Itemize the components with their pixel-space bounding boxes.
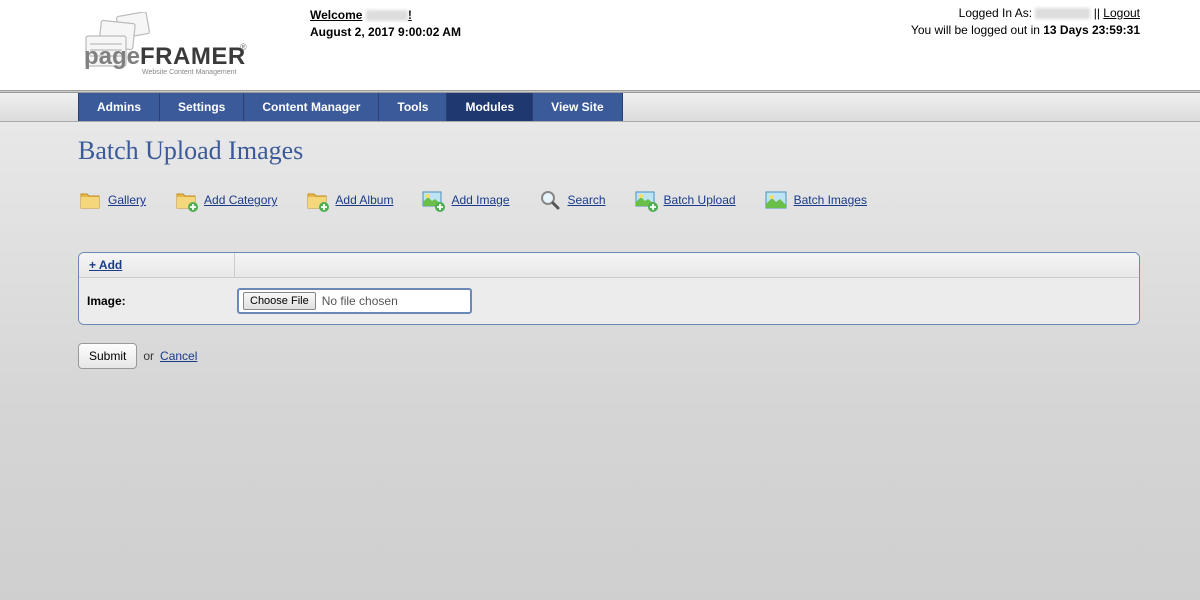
logout-link[interactable]: Logout (1103, 6, 1140, 20)
main-nav: Admins Settings Content Manager Tools Mo… (0, 93, 1200, 122)
toolbar-add-category-label: Add Category (204, 193, 277, 207)
toolbar-search[interactable]: Search (538, 188, 606, 212)
nav-tab-content-manager[interactable]: Content Manager (244, 93, 379, 121)
image-plus-icon (634, 188, 658, 212)
toolbar-add-album-label: Add Album (335, 193, 393, 207)
folder-plus-icon (174, 188, 198, 212)
toolbar-batch-images[interactable]: Batch Images (764, 188, 867, 212)
toolbar-gallery[interactable]: Gallery (78, 188, 146, 212)
nav-tab-settings[interactable]: Settings (160, 93, 244, 121)
nav-tab-tools[interactable]: Tools (379, 93, 447, 121)
toolbar-add-album[interactable]: Add Album (305, 188, 393, 212)
toolbar-batch-upload[interactable]: Batch Upload (634, 188, 736, 212)
magnify-icon (538, 188, 562, 212)
add-row-link[interactable]: + Add (89, 258, 122, 272)
toolbar-batch-images-label: Batch Images (794, 193, 867, 207)
welcome-username-redacted (366, 10, 408, 21)
logout-countdown: 13 Days 23:59:31 (1043, 23, 1140, 37)
or-text: or (143, 349, 154, 363)
file-input[interactable]: Choose File No file chosen (237, 288, 472, 314)
image-field-label: Image: (87, 294, 237, 308)
nav-tab-modules[interactable]: Modules (447, 93, 533, 121)
logo-reg: ® (240, 42, 247, 52)
logged-in-line: Logged In As: || Logout (911, 6, 1140, 20)
welcome-bang: ! (408, 8, 412, 22)
logged-in-as-label: Logged In As: (959, 6, 1032, 20)
upload-panel: + Add Image: Choose File No file chosen (78, 252, 1140, 325)
cancel-link[interactable]: Cancel (160, 349, 197, 363)
folder-icon (78, 188, 102, 212)
logo-framer: FRAMER (140, 43, 246, 70)
logged-in-user-redacted (1035, 8, 1090, 19)
logo-page: page (84, 43, 140, 70)
nav-tab-view-site[interactable]: View Site (533, 93, 622, 121)
toolbar-add-category[interactable]: Add Category (174, 188, 277, 212)
toolbar-search-label: Search (568, 193, 606, 207)
page-title: Batch Upload Images (78, 136, 1140, 166)
current-datetime: August 2, 2017 9:00:02 AM (310, 25, 461, 39)
image-icon (764, 188, 788, 212)
file-chosen-text: No file chosen (322, 294, 398, 308)
logout-countdown-line: You will be logged out in 13 Days 23:59:… (911, 23, 1140, 37)
toolbar-add-image-label: Add Image (451, 193, 509, 207)
nav-tab-admins[interactable]: Admins (78, 93, 160, 121)
toolbar-batch-upload-label: Batch Upload (664, 193, 736, 207)
toolbar-gallery-label: Gallery (108, 193, 146, 207)
logo-tagline: Website Content Management (142, 69, 236, 76)
toolbar-add-image[interactable]: Add Image (421, 188, 509, 212)
folder-plus-icon (305, 188, 329, 212)
action-toolbar: Gallery Add Category Add Album Add Image… (78, 188, 1140, 212)
welcome-label: Welcome (310, 8, 362, 22)
logout-warn-pre: You will be logged out in (911, 23, 1043, 37)
login-sep: || (1090, 6, 1103, 20)
image-plus-icon (421, 188, 445, 212)
welcome-line: Welcome ! (310, 8, 461, 22)
brand-logo: page FRAMER ® Website Content Management (80, 12, 250, 91)
submit-button[interactable]: Submit (78, 343, 137, 369)
choose-file-button[interactable]: Choose File (243, 292, 316, 310)
